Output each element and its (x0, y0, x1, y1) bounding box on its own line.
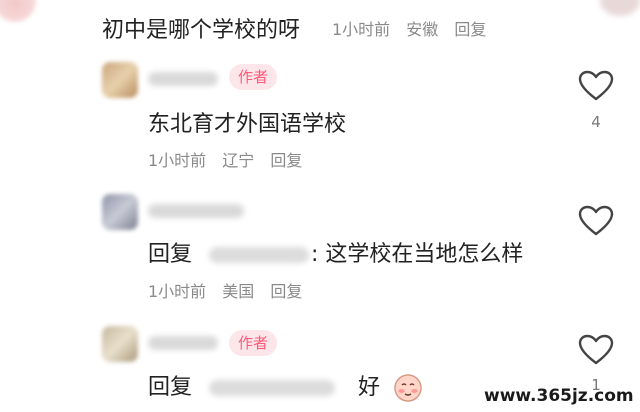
site-watermark: www.365jz.com (484, 386, 634, 406)
parent-comment-meta: 1小时前 安徽 回复 (332, 16, 497, 40)
reply-prefix: 回复 (148, 375, 193, 400)
username-redacted[interactable] (148, 204, 244, 218)
parent-comment-reply-button[interactable]: 回复 (454, 20, 486, 39)
heart-outline-icon[interactable] (578, 205, 614, 237)
avatar-top-right (600, 0, 640, 16)
reply-button[interactable]: 回复 (270, 282, 302, 301)
avatar[interactable] (102, 62, 138, 98)
parent-comment-time: 1小时前 (332, 20, 391, 39)
username-redacted[interactable] (148, 72, 218, 86)
author-badge: 作者 (229, 330, 278, 356)
reply-prefix: 回复 (148, 242, 193, 267)
reply-location: 美国 (222, 282, 255, 301)
reply-text: 好 (358, 375, 381, 400)
avatar[interactable] (102, 194, 138, 230)
reply-meta: 1小时前 辽宁 回复 (148, 147, 313, 171)
reply-meta: 1小时前 美国 回复 (148, 278, 313, 302)
parent-comment-location: 安徽 (406, 20, 439, 39)
reply-time: 1小时前 (148, 282, 207, 301)
author-badge: 作者 (229, 64, 278, 90)
mentioned-user-redacted[interactable] (209, 247, 310, 263)
avatar[interactable] (102, 326, 138, 362)
avatar-parent[interactable] (0, 0, 36, 22)
mention-separator: : (311, 242, 326, 267)
reply-text: 东北育才外国语学校 (148, 112, 347, 137)
username-redacted[interactable] (148, 336, 218, 350)
reply-text-line: 回复 好 (148, 369, 423, 403)
reply-text: 这学校在当地怎么样 (325, 242, 524, 267)
like-count: 4 (591, 113, 601, 131)
blushing-face-emoji-icon (394, 374, 422, 402)
reply-location: 辽宁 (222, 151, 255, 170)
mentioned-user-redacted[interactable] (209, 380, 336, 396)
heart-outline-icon[interactable] (578, 334, 614, 366)
reply-button[interactable]: 回复 (270, 151, 302, 170)
parent-comment-text: 初中是哪个学校的呀 (102, 18, 301, 43)
reply-time: 1小时前 (148, 151, 207, 170)
heart-outline-icon[interactable] (578, 70, 614, 102)
reply-text-line: 回复 : 这学校在当地怎么样 (148, 236, 523, 268)
